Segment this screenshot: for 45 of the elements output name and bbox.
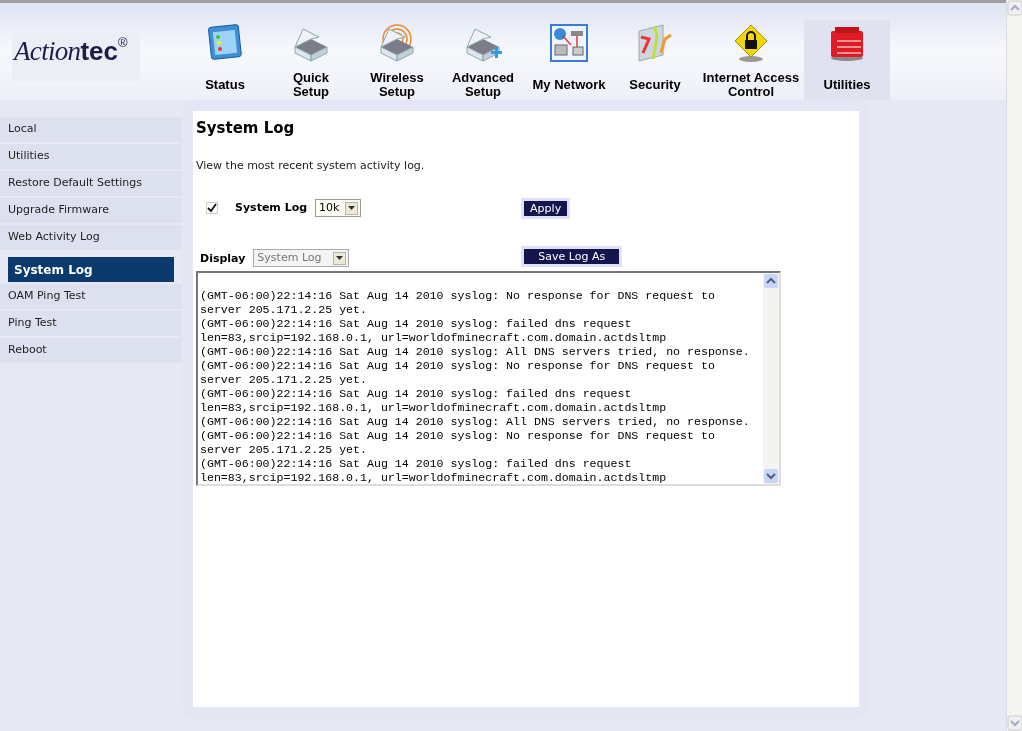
scroll-down-icon[interactable] [763,468,779,484]
display-label: Display [200,250,246,267]
sidebar-item[interactable]: OAM Ping Test [0,284,182,309]
log-size-dropdown[interactable]: 10k [315,199,362,217]
log-line: (GMT-06:00)22:14:16 Sat Aug 14 2010 syslog: No response for DNS request to [200,359,716,373]
log-scrollbar[interactable] [763,273,779,484]
log-line: server 205.171.2.25 yet. [200,303,368,317]
actiontec-logo: Actiontec® [12,30,140,81]
apply-button[interactable]: Apply [521,197,571,219]
sidebar-item[interactable]: Reboot [0,338,182,363]
log-line: len=83,srcip=192.168.0.1, url=worldofminecraft.com.domain.actdsltmp [200,401,668,415]
checkbox-label: System Log [235,199,308,216]
log-line: (GMT-06:00)22:14:16 Sat Aug 14 2010 syslog: failed dns request [200,317,633,331]
scroll-up-icon[interactable] [763,273,779,289]
log-line: (GMT-06:00)22:14:16 Sat Aug 14 2010 syslog: No response for DNS request to [200,289,716,303]
network-diagram-icon [549,23,589,63]
log-line: server 205.171.2.25 yet. [200,443,368,457]
nav-tab[interactable]: Utilities [804,20,890,100]
sidebar-item[interactable]: Restore Default Settings [0,171,182,196]
page-title: System Log [196,118,296,139]
nav-tab[interactable]: Wireless Setup [354,20,440,100]
nav-tab[interactable]: Quick Setup [268,20,354,100]
log-line: len=83,srcip=192.168.0.1, url=worldofminecraft.com.domain.actdsltmp [200,471,668,484]
log-line: (GMT-06:00)22:14:16 Sat Aug 14 2010 syslog: failed dns request [200,387,633,401]
nav-tab[interactable]: My Network [526,20,612,100]
log-line: len=83,srcip=192.168.0.1, url=worldofminecraft.com.domain.actdsltmp [200,331,668,345]
log-text-area[interactable] [196,271,781,486]
sidebar-item[interactable]: Web Activity Log [0,225,182,250]
checkbox[interactable] [206,202,218,214]
page-description: View the most recent system activity log. [196,157,426,174]
sidebar-item[interactable]: Utilities [0,144,182,169]
log-line: server 205.171.2.25 yet. [200,373,368,387]
sidebar-item[interactable]: Ping Test [0,311,182,336]
log-line: (GMT-06:00)22:14:16 Sat Aug 14 2010 syslog: failed dns request [200,457,633,471]
sidebar-item[interactable]: Upgrade Firmware [0,198,182,223]
log-line: (GMT-06:00)22:14:16 Sat Aug 14 2010 syslog: All DNS servers tried, no response. [200,415,751,429]
nav-tab[interactable]: Status [182,20,268,100]
save-log-button[interactable]: Save Log As [521,246,623,267]
nav-tab[interactable]: Advanced Setup [440,20,526,100]
nav-tab[interactable]: Security [612,20,698,100]
log-line: (GMT-06:00)22:14:16 Sat Aug 14 2010 syslog: All DNS servers tried, no response. [200,345,751,359]
nav-tab[interactable]: Internet Access Control [698,20,804,100]
sidebar-item[interactable]: Local [0,117,182,142]
log-line: (GMT-06:00)22:14:16 Sat Aug 14 2010 syslog: No response for DNS request to [200,429,716,443]
sidebar-item[interactable]: System Log [8,257,174,282]
